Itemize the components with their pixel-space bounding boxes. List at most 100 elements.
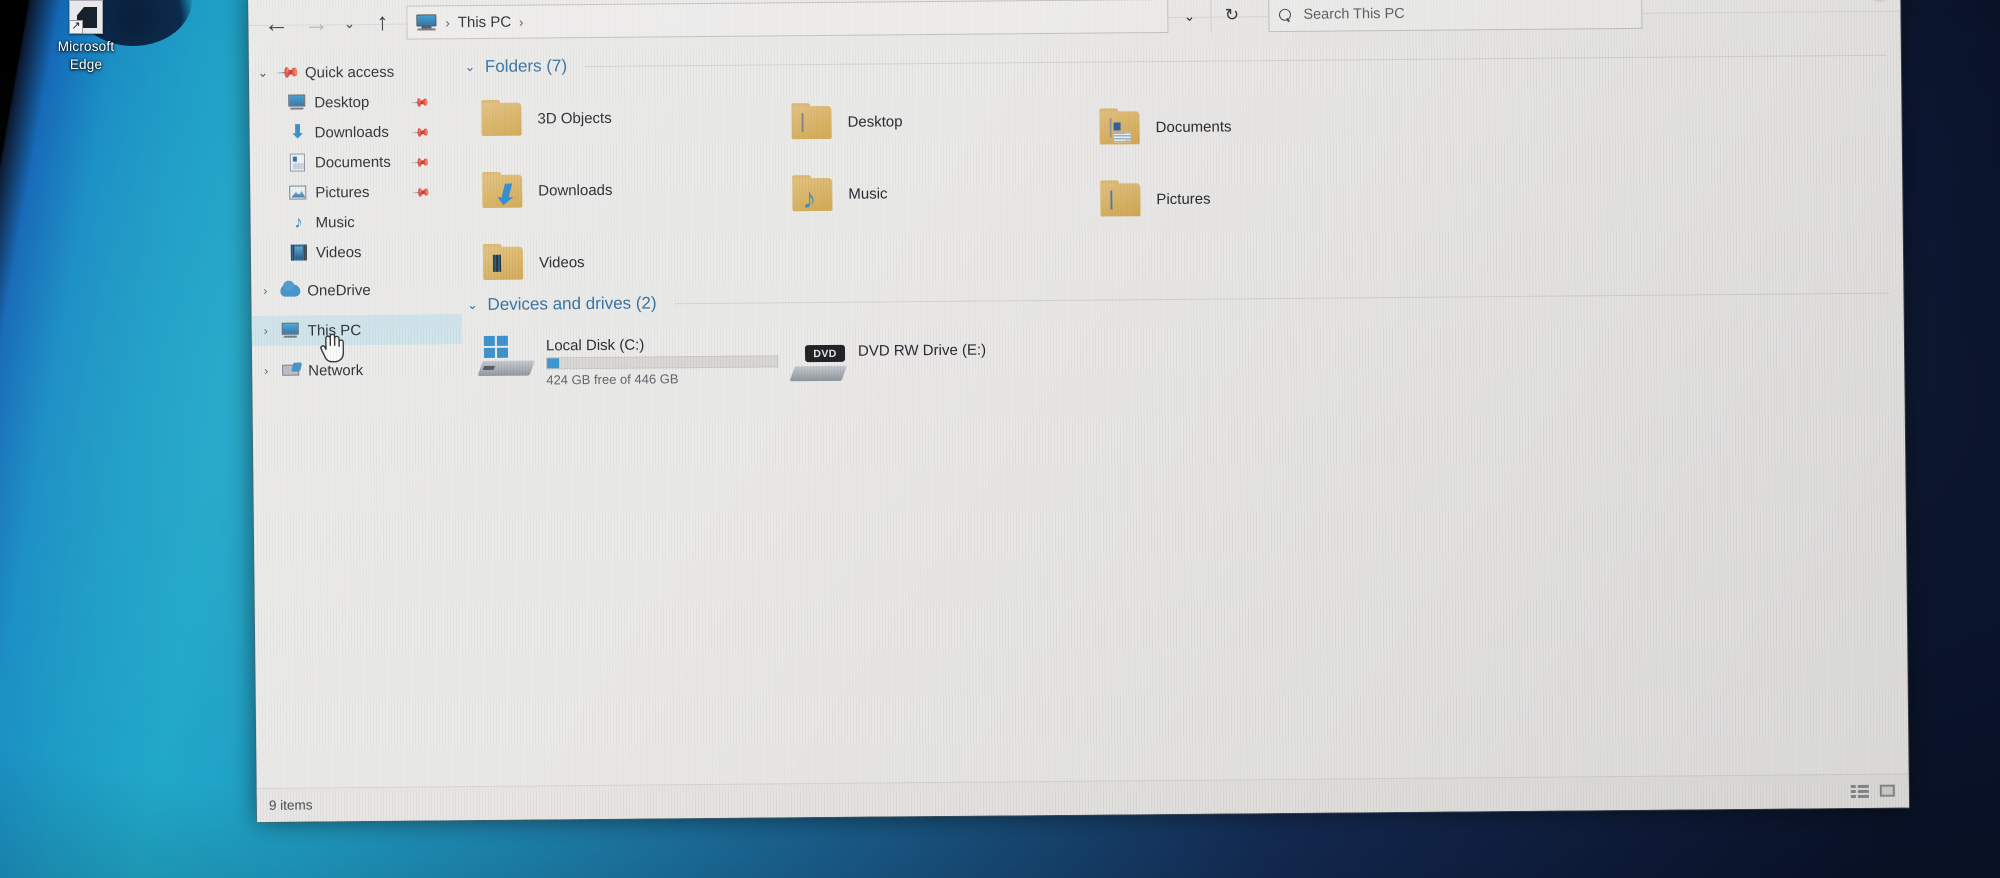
sidebar-item-pictures[interactable]: Pictures 📌 (250, 176, 460, 208)
sidebar-item-label: Pictures (315, 183, 370, 201)
chevron-down-icon[interactable]: ⌄ (463, 59, 477, 75)
folder-downloads-icon: ⬇ (480, 171, 526, 210)
sidebar-item-label: Music (315, 213, 355, 231)
address-dropdown-button[interactable]: ⌄ (1168, 0, 1210, 33)
recent-locations-dropdown[interactable]: ⌄ (336, 6, 362, 40)
view-toggle-group (1851, 784, 1897, 799)
downloads-icon: ⬇ (289, 121, 306, 142)
navigation-pane: ⌄ 📌 Quick access Desktop 📌 ⬇ Downloads 📌… (249, 48, 467, 788)
section-divider (585, 54, 1887, 67)
sidebar-item-quick-access[interactable]: ⌄ 📌 Quick access (249, 56, 459, 88)
sidebar-item-videos[interactable]: Videos (251, 236, 461, 268)
back-button[interactable]: ← (256, 7, 296, 41)
network-icon (281, 362, 301, 380)
search-box[interactable]: Search This PC (1268, 0, 1643, 33)
this-pc-icon (415, 13, 437, 31)
pin-star-icon: 📌 (275, 60, 301, 86)
drive-details: DVD RW Drive (E:) (858, 340, 986, 360)
folder-item-downloads[interactable]: ⬇ Downloads (480, 171, 613, 210)
pictures-icon (288, 183, 308, 201)
desktop-icon-label: Microsoft Edge (34, 38, 138, 74)
up-button[interactable]: ↑ (362, 6, 402, 40)
desktop-icon-microsoft-edge[interactable]: ↗ Microsoft Edge (34, 0, 138, 74)
dvd-badge-label: DVD (813, 347, 837, 360)
sidebar-item-documents[interactable]: Documents 📌 (250, 146, 460, 178)
onedrive-icon (280, 282, 301, 300)
forward-button[interactable]: → (296, 6, 336, 40)
this-pc-icon (281, 322, 301, 340)
folder-label: Desktop (847, 112, 903, 131)
folder-item-documents[interactable]: Documents (1097, 107, 1232, 146)
chevron-right-icon[interactable]: › (258, 324, 274, 338)
sidebar-item-label: This PC (307, 321, 362, 339)
folder-label: 3D Objects (537, 109, 612, 127)
content-pane: ⌄ Folders (7) 3D Objects ⬇ Downloads Vid… (459, 36, 1909, 787)
address-bar[interactable]: › This PC › (406, 0, 1169, 40)
large-icons-view-icon[interactable] (1879, 784, 1897, 799)
sidebar-item-this-pc[interactable]: › This PC (251, 314, 462, 346)
videos-icon (289, 243, 309, 261)
dvd-drive-icon: DVD (789, 341, 848, 383)
edge-label-line2: Edge (69, 57, 103, 72)
file-explorer-window: ⌄ ? ← → ⌄ ↑ › This PC › ⌄ ↻ Search This … (248, 0, 1910, 822)
refresh-button[interactable]: ↻ (1210, 0, 1253, 33)
folder-desktop-icon (789, 103, 835, 141)
sidebar-item-label: Downloads (314, 123, 389, 141)
edge-label-line1: Microsoft (57, 39, 115, 54)
breadcrumb-this-pc[interactable]: This PC (458, 13, 512, 30)
section-divider (674, 292, 1890, 304)
pin-icon[interactable]: 📌 (410, 92, 430, 112)
section-title: Folders (7) (484, 56, 568, 76)
section-title: Devices and drives (2) (487, 293, 657, 314)
drive-details: Local Disk (C:) 424 GB free of 446 GB (546, 333, 779, 387)
details-view-icon[interactable] (1851, 784, 1869, 799)
chevron-right-icon[interactable]: › (258, 364, 274, 378)
desktop-icon (287, 93, 307, 111)
hard-drive-icon (477, 335, 536, 378)
folder-label: Videos (538, 253, 585, 271)
search-input[interactable]: Search This PC (1303, 6, 1404, 23)
folder-item-videos[interactable]: Videos (481, 243, 585, 282)
folder-label: Downloads (538, 181, 613, 199)
folder-pictures-icon (1098, 180, 1144, 218)
folder-3d-objects-icon (479, 99, 525, 138)
chevron-down-icon[interactable]: ⌄ (465, 297, 479, 313)
sidebar-item-network[interactable]: › Network (252, 354, 462, 386)
sidebar-item-label: Network (308, 361, 364, 379)
folder-label: Documents (1155, 117, 1232, 136)
sidebar-item-music[interactable]: ♪ Music (250, 206, 460, 238)
folder-item-3d-objects[interactable]: 3D Objects (479, 99, 612, 138)
drive-label: DVD RW Drive (E:) (857, 341, 987, 360)
breadcrumb-separator-2[interactable]: › (519, 14, 524, 29)
sidebar-item-desktop[interactable]: Desktop 📌 (249, 86, 459, 118)
capacity-bar (546, 355, 779, 370)
music-icon: ♪ (294, 212, 303, 232)
folder-item-music[interactable]: ♪ Music (790, 174, 888, 214)
drive-item-dvd-rw-e[interactable]: DVD DVD RW Drive (E:) (789, 340, 987, 384)
sidebar-item-downloads[interactable]: ⬇ Downloads 📌 (249, 116, 459, 148)
sidebar-item-label: Desktop (314, 93, 370, 111)
folder-item-desktop[interactable]: Desktop (789, 102, 903, 141)
sidebar-item-label: Videos (315, 243, 362, 261)
drives-grid: Local Disk (C:) 424 GB free of 446 GB DV… (462, 308, 1905, 431)
sidebar-item-label: Quick access (304, 63, 395, 82)
pin-icon[interactable]: 📌 (411, 182, 431, 202)
folder-label: Pictures (1156, 190, 1211, 208)
breadcrumb-separator: › (445, 14, 450, 30)
edge-icon: ↗ (69, 0, 103, 34)
search-icon (1277, 5, 1297, 25)
folder-item-pictures[interactable]: Pictures (1098, 180, 1211, 219)
sidebar-item-label: Documents (314, 153, 391, 171)
drive-free-space: 424 GB free of 446 GB (546, 371, 679, 388)
chevron-right-icon[interactable]: › (257, 284, 273, 298)
pin-icon[interactable]: 📌 (410, 122, 430, 142)
pin-icon[interactable]: 📌 (411, 152, 431, 172)
chevron-down-icon[interactable]: ⌄ (255, 65, 271, 80)
sidebar-item-onedrive[interactable]: › OneDrive (251, 274, 461, 306)
folder-videos-icon (481, 243, 527, 282)
drive-item-local-disk-c[interactable]: Local Disk (C:) 424 GB free of 446 GB (477, 333, 779, 388)
folder-documents-icon (1097, 108, 1143, 146)
folders-grid: 3D Objects ⬇ Downloads Videos Desktop ♪ … (459, 70, 1903, 291)
drive-label: Local Disk (C:) (545, 336, 645, 355)
folder-label: Music (848, 184, 888, 203)
